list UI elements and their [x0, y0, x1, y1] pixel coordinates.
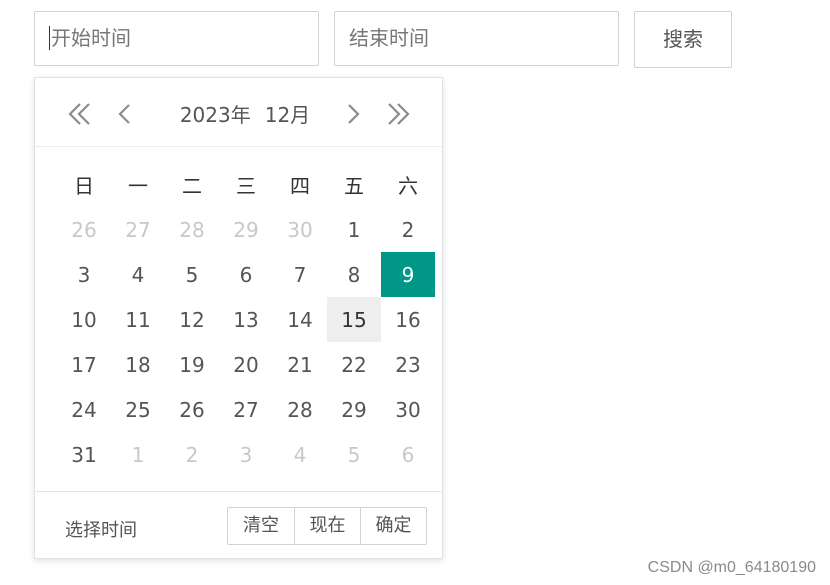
prev-month-icon[interactable] — [109, 98, 141, 130]
end-time-input[interactable]: 结束时间 — [334, 11, 619, 66]
calendar-day-other-month[interactable]: 26 — [57, 207, 111, 252]
month-selector[interactable]: 12月 — [265, 103, 310, 127]
calendar-day[interactable]: 25 — [111, 387, 165, 432]
weekday-label: 二 — [182, 174, 202, 198]
calendar-day[interactable]: 29 — [327, 387, 381, 432]
calendar-day[interactable]: 1 — [327, 207, 381, 252]
calendar-day-other-month[interactable]: 30 — [273, 207, 327, 252]
calendar-day[interactable]: 17 — [57, 342, 111, 387]
start-time-placeholder: 开始时间 — [51, 26, 131, 50]
calendar-day[interactable]: 26 — [165, 387, 219, 432]
calendar-day[interactable]: 14 — [273, 297, 327, 342]
search-button[interactable]: 搜索 — [634, 11, 732, 68]
calendar-day[interactable]: 6 — [219, 252, 273, 297]
weekday-label: 六 — [398, 174, 418, 198]
calendar-week-row: 26 27 28 29 30 1 2 — [57, 207, 435, 252]
calendar-week-row: 17 18 19 20 21 22 23 — [57, 342, 435, 387]
calendar-day[interactable]: 22 — [327, 342, 381, 387]
calendar-day[interactable]: 30 — [381, 387, 435, 432]
calendar-day[interactable]: 12 — [165, 297, 219, 342]
calendar-week-row: 10 11 12 13 14 15 16 — [57, 297, 435, 342]
calendar-day[interactable]: 13 — [219, 297, 273, 342]
calendar-day[interactable]: 16 — [381, 297, 435, 342]
calendar-day-other-month[interactable]: 3 — [219, 432, 273, 477]
calendar-week-row: 3456789 — [57, 252, 435, 297]
weekday-label: 四 — [290, 174, 310, 198]
calendar-day[interactable]: 28 — [273, 387, 327, 432]
select-time-link[interactable]: 选择时间 — [65, 516, 137, 542]
calendar-day[interactable]: 24 — [57, 387, 111, 432]
prev-year-icon[interactable] — [63, 98, 95, 130]
date-picker-header: 2023年 12月 — [35, 78, 442, 147]
weekday-label: 三 — [236, 174, 256, 198]
calendar-day-other-month[interactable]: 28 — [165, 207, 219, 252]
date-picker-panel: 2023年 12月 日一二三四五六 26 27 28 29 30 1 2 3 4 5 6 7 8 9 10 11… — [34, 77, 443, 559]
calendar-day-other-month[interactable]: 6 — [381, 432, 435, 477]
calendar-day-other-month[interactable]: 2 — [165, 432, 219, 477]
calendar-day[interactable]: 20 — [219, 342, 273, 387]
calendar-day[interactable]: 15 — [327, 297, 381, 342]
calendar-day[interactable]: 5 — [165, 252, 219, 297]
calendar-day[interactable]: 21 — [273, 342, 327, 387]
watermark: CSDN @m0_64180190 — [647, 559, 816, 576]
calendar-day[interactable]: 8 — [327, 252, 381, 297]
calendar-day-selected[interactable]: 9 — [381, 252, 435, 297]
footer-button-group: 清空 现在 确定 — [227, 507, 427, 545]
calendar-day[interactable]: 11 — [111, 297, 165, 342]
date-picker-footer: 选择时间 清空 现在 确定 — [35, 491, 442, 559]
calendar-week-row: 24 25 26 27 28 29 30 — [57, 387, 435, 432]
calendar-week-row: 31 1 2 3 4 5 6 — [57, 432, 435, 477]
calendar-day[interactable]: 4 — [111, 252, 165, 297]
now-button[interactable]: 现在 — [294, 508, 360, 544]
calendar-day-other-month[interactable]: 4 — [273, 432, 327, 477]
calendar-day[interactable]: 31 — [57, 432, 111, 477]
calendar-day-other-month[interactable]: 27 — [111, 207, 165, 252]
calendar-day[interactable]: 10 — [57, 297, 111, 342]
weekday-label: 一 — [128, 174, 148, 198]
weekday-label: 五 — [344, 174, 364, 198]
calendar-grid: 日一二三四五六 26 27 28 29 30 1 2 3 4 5 6 7 8 9 10 11 12 13 14 15 1… — [57, 162, 435, 477]
calendar-day-other-month[interactable]: 29 — [219, 207, 273, 252]
calendar-day-other-month[interactable]: 1 — [111, 432, 165, 477]
calendar-day[interactable]: 19 — [165, 342, 219, 387]
calendar-day[interactable]: 2 — [381, 207, 435, 252]
calendar-day[interactable]: 27 — [219, 387, 273, 432]
weekday-label: 日 — [74, 174, 94, 198]
year-month-selector: 2023年 12月 — [165, 100, 325, 130]
year-selector[interactable]: 2023年 — [180, 103, 251, 127]
calendar-day[interactable]: 7 — [273, 252, 327, 297]
calendar-day[interactable]: 3 — [57, 252, 111, 297]
end-time-placeholder: 结束时间 — [349, 26, 429, 50]
calendar-day-other-month[interactable]: 5 — [327, 432, 381, 477]
next-year-icon[interactable] — [383, 98, 415, 130]
clear-button[interactable]: 清空 — [228, 508, 294, 544]
page: 开始时间 结束时间 搜索 2023年 12月 日 一 二 三 四 五 六 26 27 28 … — [0, 0, 830, 585]
weekday-header-row: 日一二三四五六 — [57, 162, 435, 207]
text-caret — [49, 26, 50, 50]
confirm-button[interactable]: 确定 — [360, 508, 426, 544]
start-time-input[interactable]: 开始时间 — [34, 11, 319, 66]
calendar-day[interactable]: 23 — [381, 342, 435, 387]
calendar-day[interactable]: 18 — [111, 342, 165, 387]
next-month-icon[interactable] — [337, 98, 369, 130]
calendar-body: 26 27 28 29 30 1 2 3 4 5 6 7 8 9 10 11 12 13 14 15 16 17 18 19 2… — [57, 207, 435, 477]
